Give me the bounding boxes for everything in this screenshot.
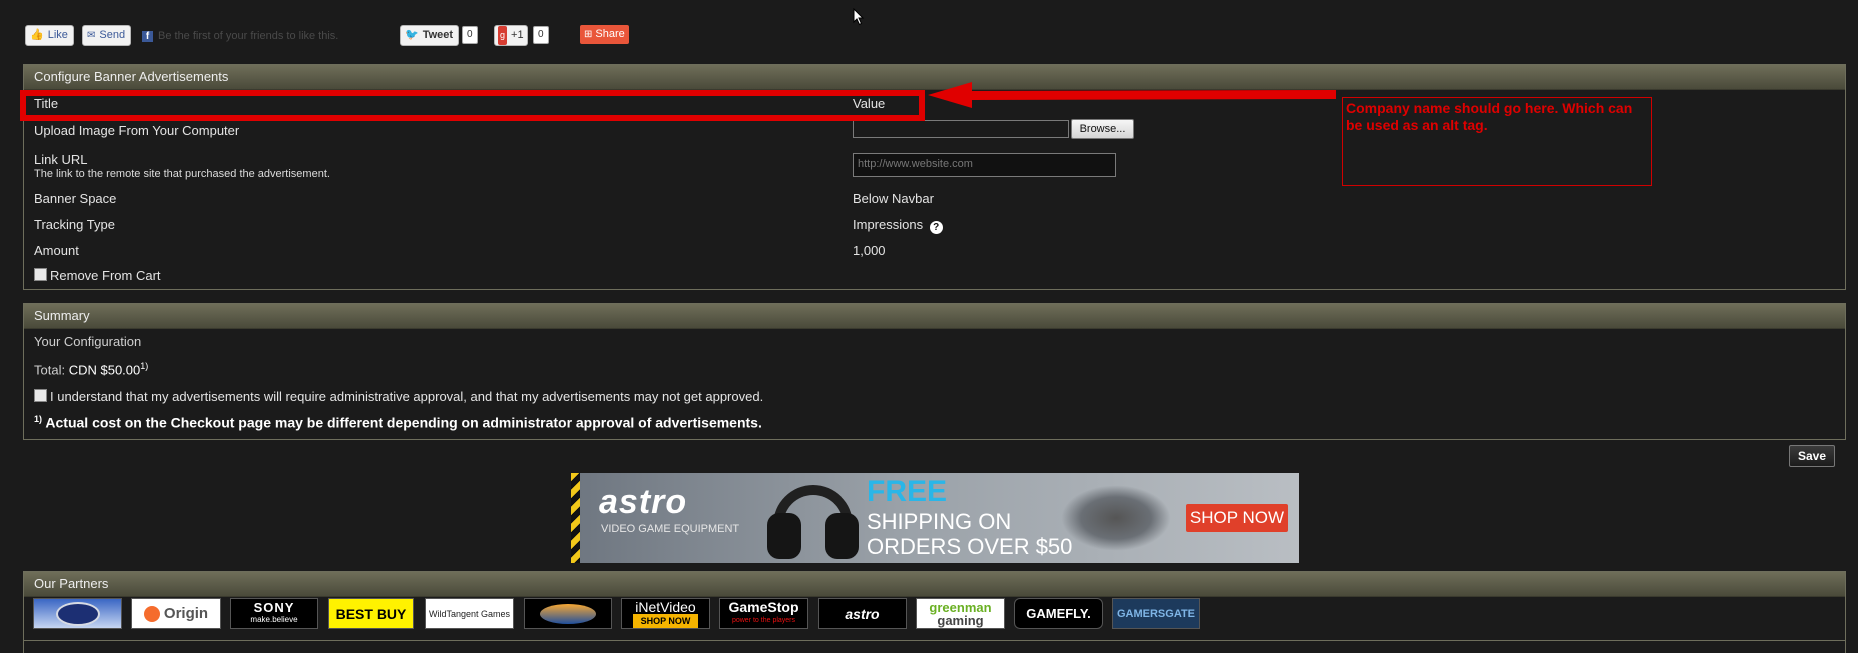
partner-logo-inetvideo[interactable]: iNetVideo SHOP NOW (621, 598, 710, 629)
remove-from-cart-label: Remove From Cart (50, 268, 161, 283)
facebook-icon: f (142, 31, 153, 42)
partner-logo-gamersgate[interactable]: GAMERSGATE (1112, 598, 1200, 629)
annotation-highlight-box (20, 90, 925, 121)
amount-value: 1,000 (853, 243, 886, 258)
annotation-note: Company name should go here. Which can b… (1342, 97, 1652, 186)
your-configuration-label: Your Configuration (34, 334, 142, 349)
plus-one-count: 0 (533, 26, 549, 44)
browse-button[interactable]: Browse... (1071, 119, 1134, 139)
save-button[interactable]: Save (1789, 445, 1835, 467)
partner-logo-hero[interactable] (33, 598, 122, 629)
plus-square-icon: ⊞ (584, 29, 593, 40)
approval-label: I understand that my advertisements will… (50, 389, 764, 404)
facebook-like-button[interactable]: 👍 Like (25, 25, 74, 46)
tracking-type-label: Tracking Type (34, 217, 115, 232)
send-icon: ✉ (87, 30, 96, 41)
partner-logo-newegg[interactable] (524, 598, 612, 629)
banner-space-value: Below Navbar (853, 191, 934, 206)
total-row: Total: CDN $50.001) (34, 361, 148, 377)
share-button[interactable]: ⊞ Share (580, 25, 629, 44)
partner-logo-greenman[interactable]: greenman gaming (916, 598, 1005, 629)
summary-panel-header: Summary (24, 304, 1845, 329)
astro-banner-ad[interactable]: astro VIDEO GAME EQUIPMENT FREE SHIPPING… (571, 473, 1299, 563)
twitter-bird-icon: 🐦 (405, 29, 419, 41)
summary-panel: Summary Your Configuration Total: CDN $5… (23, 303, 1846, 440)
link-url-label: Link URL (34, 152, 88, 167)
banner-shipping-line2: ORDERS OVER $50 (867, 534, 1073, 559)
partner-logo-wildtangent[interactable]: WildTangent Games (425, 598, 514, 629)
annotation-arrow (928, 82, 1336, 108)
banner-free: FREE (867, 475, 948, 508)
machine-graphic (1061, 485, 1171, 551)
upload-file-input[interactable] (853, 120, 1069, 138)
banner-space-label: Banner Space (34, 191, 117, 206)
facebook-social-text: Be the first of your friends to like thi… (158, 30, 339, 42)
tweet-button[interactable]: 🐦 Tweet (400, 25, 460, 46)
partner-logo-astro[interactable]: astro (818, 598, 907, 629)
partner-logo-gamefly[interactable]: GAMEFLY. (1014, 598, 1103, 629)
google-plus-one-button[interactable]: g +1 (494, 25, 528, 46)
remove-from-cart-row: Remove From Cart (34, 268, 161, 283)
partner-logo-bestbuy[interactable]: BEST BUY (328, 598, 414, 629)
footnote-mark: 1) (34, 414, 43, 424)
footnote-row: 1) Actual cost on the Checkout page may … (34, 414, 762, 431)
total-footnote-mark: 1) (140, 361, 149, 371)
help-icon[interactable]: ? (929, 221, 943, 234)
tracking-type-value-wrap: Impressions ? (853, 217, 943, 234)
banner-tagline: VIDEO GAME EQUIPMENT (601, 523, 740, 535)
banner-hazard-stripe (571, 473, 580, 563)
banner-shipping-line1: SHIPPING ON (867, 509, 1012, 534)
approval-row: I understand that my advertisements will… (34, 389, 763, 404)
partner-logo-sony[interactable]: SONY make.believe (230, 598, 318, 629)
newegg-egg-icon (540, 603, 596, 624)
origin-icon (143, 605, 160, 622)
link-url-help: The link to the remote site that purchas… (34, 168, 330, 180)
banner-shop-now-button[interactable]: SHOP NOW (1186, 504, 1288, 532)
remove-from-cart-checkbox[interactable] (34, 268, 47, 281)
facebook-send-button[interactable]: ✉ Send (82, 25, 132, 46)
total-value: CDN $50.00 (68, 362, 141, 378)
partners-divider (24, 640, 1845, 641)
hero-emblem-icon (55, 601, 100, 626)
partner-logo-gamestop[interactable]: GameStop power to the players (719, 598, 808, 629)
tweet-count: 0 (462, 26, 478, 44)
thumbs-up-icon: 👍 (30, 29, 44, 41)
banner-brand: astro (599, 483, 688, 521)
approval-checkbox[interactable] (34, 389, 47, 402)
upload-image-label: Upload Image From Your Computer (34, 123, 240, 138)
google-plus-icon: g (498, 26, 508, 45)
tracking-type-value: Impressions (853, 217, 924, 232)
amount-label: Amount (34, 243, 79, 258)
partner-logo-origin[interactable]: Origin (131, 598, 221, 629)
mouse-cursor-icon (853, 8, 865, 26)
headset-image (763, 477, 863, 561)
total-label: Total: (34, 362, 66, 378)
link-url-input[interactable]: http://www.website.com (853, 153, 1116, 177)
partners-panel-header: Our Partners (24, 572, 1845, 597)
footnote-text: Actual cost on the Checkout page may be … (45, 414, 762, 431)
